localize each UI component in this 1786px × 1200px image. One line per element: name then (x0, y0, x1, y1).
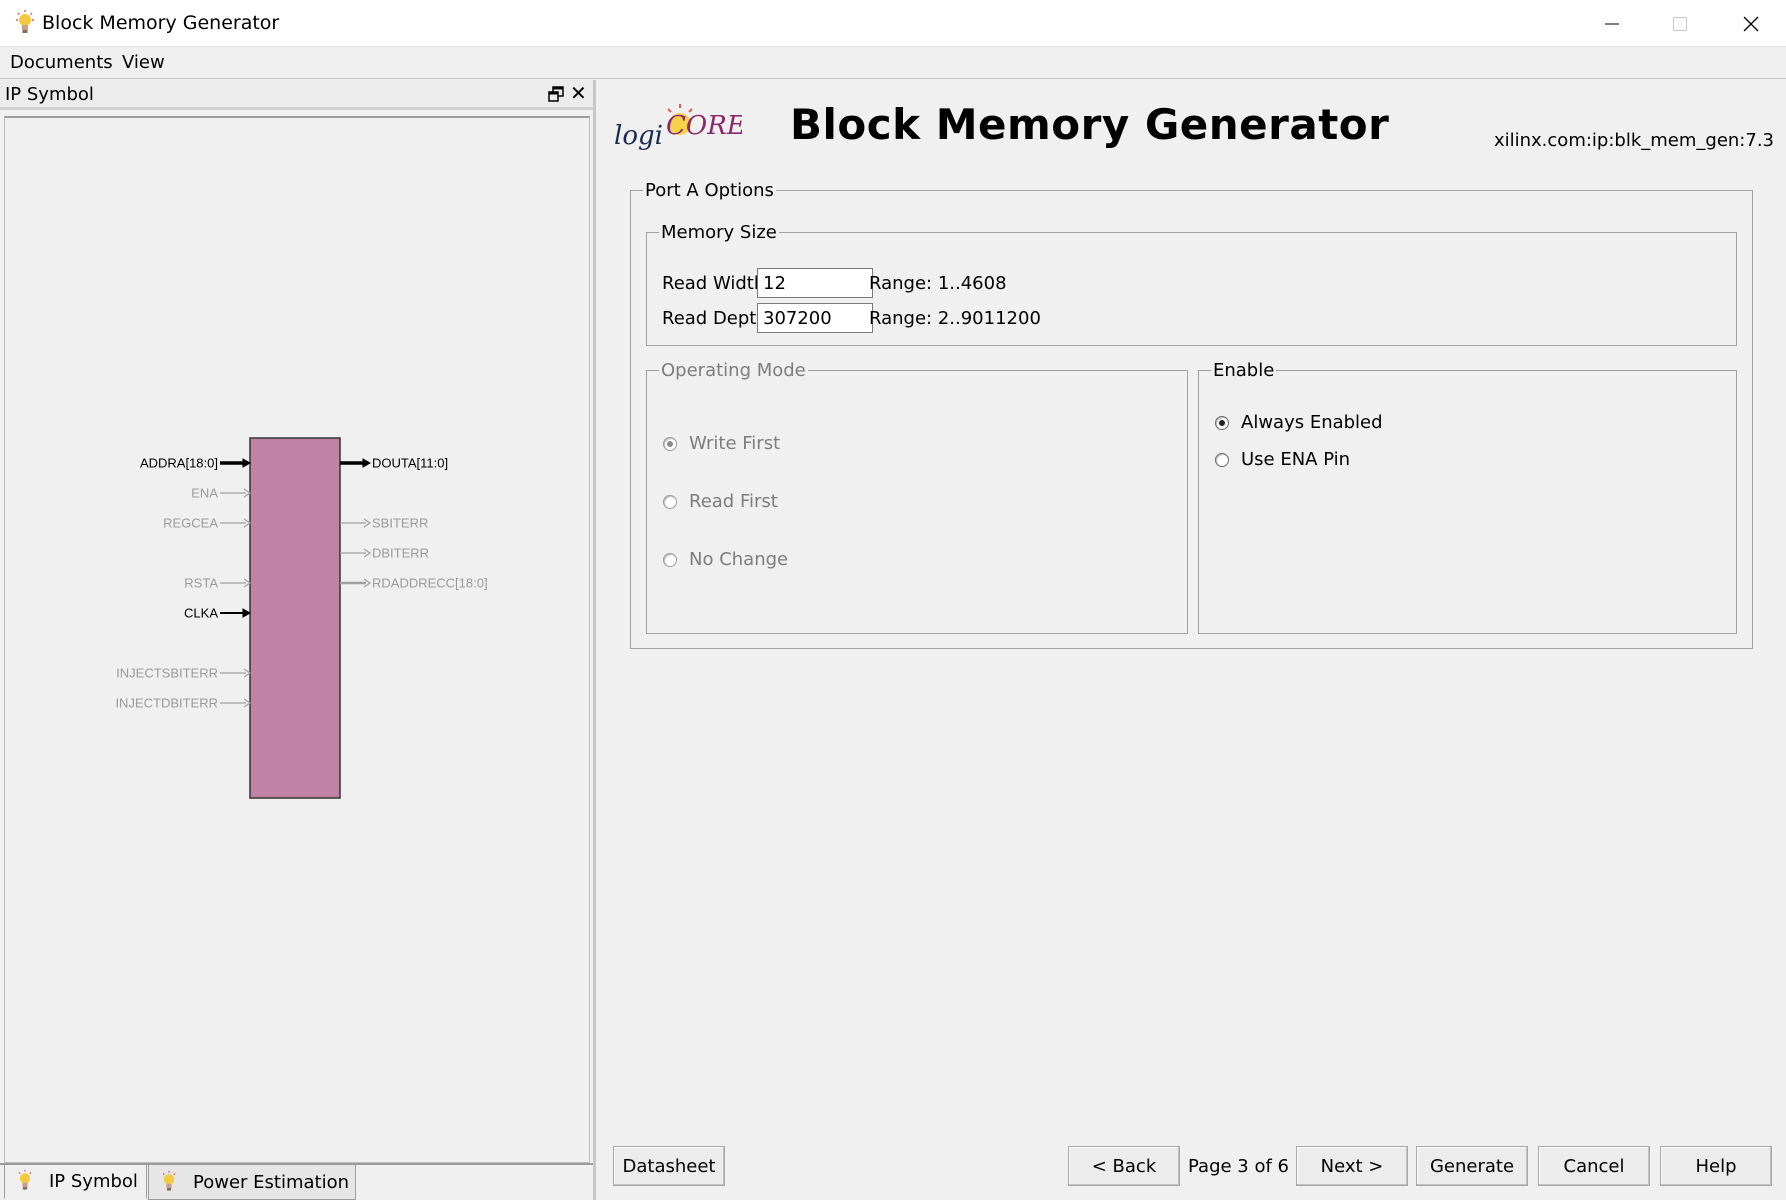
radio-read-first[interactable]: Read First (663, 491, 778, 512)
menu-bar: Documents View (0, 47, 1786, 79)
radio-label: Always Enabled (1241, 412, 1383, 433)
configuration-panel: logi CORE Block Memory Generator xilinx.… (600, 80, 1786, 1200)
panel-title: IP Symbol (5, 84, 94, 105)
ip-symbol-diagram: ADDRA[18:0] ENA REGCEA RSTA CLKA INJECTSBITER… (115, 437, 488, 799)
float-panel-icon[interactable] (548, 86, 564, 102)
maximize-icon (1673, 16, 1687, 31)
window-title: Block Memory Generator (42, 12, 280, 34)
enable-legend: Enable (1213, 360, 1275, 381)
pin-label: ENA (191, 486, 218, 501)
pin-label: RSTA (184, 576, 218, 591)
radio-label: Write First (689, 433, 781, 454)
enable-group: Enable Always Enabled Use ENA Pin (1198, 360, 1737, 634)
menu-documents[interactable]: Documents (10, 52, 113, 73)
close-panel-icon[interactable]: ✕ (570, 82, 587, 104)
radio-label: No Change (689, 549, 789, 570)
read-width-range: Range: 1..4608 (869, 273, 1007, 294)
lightbulb-icon (162, 1170, 176, 1191)
svg-text:logi: logi (614, 121, 663, 151)
pin-arrow-icon (242, 458, 252, 468)
pin-label: ADDRA[18:0] (140, 456, 218, 471)
datasheet-button[interactable]: Datasheet (613, 1146, 725, 1186)
help-button[interactable]: Help (1660, 1146, 1772, 1186)
pin-label: DOUTA[11:0] (372, 456, 448, 471)
radio-label: Use ENA Pin (1241, 449, 1351, 470)
cancel-button[interactable]: Cancel (1538, 1146, 1650, 1186)
radio-always-enabled[interactable]: Always Enabled (1215, 412, 1383, 433)
pin-arrow-icon (242, 608, 252, 618)
ip-symbol-canvas: ADDRA[18:0] ENA REGCEA RSTA CLKA INJECTSBITER… (4, 116, 590, 1163)
memory-size-group: Memory Size Read Width Range: 1..4608 Re… (646, 222, 1737, 346)
operating-mode-group: Operating Mode Write First Read First No… (646, 360, 1188, 634)
ip-symbol-panel: IP Symbol ✕ ADDRA[18:0] ENA REGCEA RSTA CLKA… (0, 80, 596, 1200)
close-icon (1743, 16, 1759, 31)
menu-view[interactable]: View (122, 52, 165, 73)
port-a-legend: Port A Options (645, 180, 774, 201)
pin-label: DBITERR (372, 546, 429, 561)
memory-size-legend: Memory Size (661, 222, 777, 243)
page-title: Block Memory Generator (790, 100, 1390, 149)
radio-indicator (1215, 415, 1229, 430)
left-panel-tabs: IP Symbol Power Estimation (0, 1163, 593, 1200)
next-button[interactable]: Next > (1296, 1146, 1408, 1186)
pin-label: REGCEA (163, 516, 218, 531)
pin-arrow-icon (362, 458, 372, 468)
read-depth-label: Read Depth (662, 308, 768, 329)
tab-label: IP Symbol (49, 1170, 138, 1192)
operating-mode-legend: Operating Mode (661, 360, 806, 381)
radio-indicator (663, 552, 677, 567)
read-width-input[interactable] (757, 268, 873, 298)
back-button[interactable]: < Back (1068, 1146, 1180, 1186)
svg-text:CORE: CORE (666, 111, 742, 141)
pin-label: SBITERR (372, 516, 428, 531)
title-bar: Block Memory Generator (0, 0, 1786, 47)
tab-power-estimation[interactable]: Power Estimation (148, 1165, 356, 1200)
close-window-button[interactable] (1716, 0, 1786, 47)
radio-indicator (1215, 452, 1229, 467)
pin-label: INJECTSBITERR (116, 666, 218, 681)
read-width-label: Read Width (662, 273, 766, 294)
radio-indicator (663, 436, 677, 451)
tab-label: Power Estimation (193, 1171, 349, 1193)
maximize-button[interactable] (1645, 0, 1715, 47)
pin-label: INJECTDBITERR (115, 696, 218, 711)
lightbulb-icon (18, 1169, 32, 1190)
minimize-icon (1605, 23, 1619, 24)
ip-vlnv: xilinx.com:ip:blk_mem_gen:7.3 (1493, 130, 1774, 151)
app-lightbulb-icon (16, 10, 34, 33)
tab-ip-symbol[interactable]: IP Symbol (4, 1165, 147, 1200)
pin-label: CLKA (184, 606, 218, 621)
radio-label: Read First (689, 491, 778, 512)
radio-write-first[interactable]: Write First (663, 433, 780, 454)
read-depth-range: Range: 2..9011200 (869, 308, 1041, 329)
logicore-logo: logi CORE (614, 104, 742, 151)
radio-indicator (663, 494, 677, 509)
pin-label: RDADDRECC[18:0] (372, 576, 488, 591)
page-indicator: Page 3 of 6 (1188, 1156, 1289, 1177)
radio-no-change[interactable]: No Change (663, 549, 788, 570)
ip-symbol-panel-header: IP Symbol ✕ (0, 80, 593, 110)
minimize-button[interactable] (1577, 0, 1647, 47)
ip-symbol-block (249, 437, 341, 799)
radio-use-ena-pin[interactable]: Use ENA Pin (1215, 449, 1350, 470)
generate-button[interactable]: Generate (1416, 1146, 1528, 1186)
read-depth-input[interactable] (757, 303, 873, 333)
